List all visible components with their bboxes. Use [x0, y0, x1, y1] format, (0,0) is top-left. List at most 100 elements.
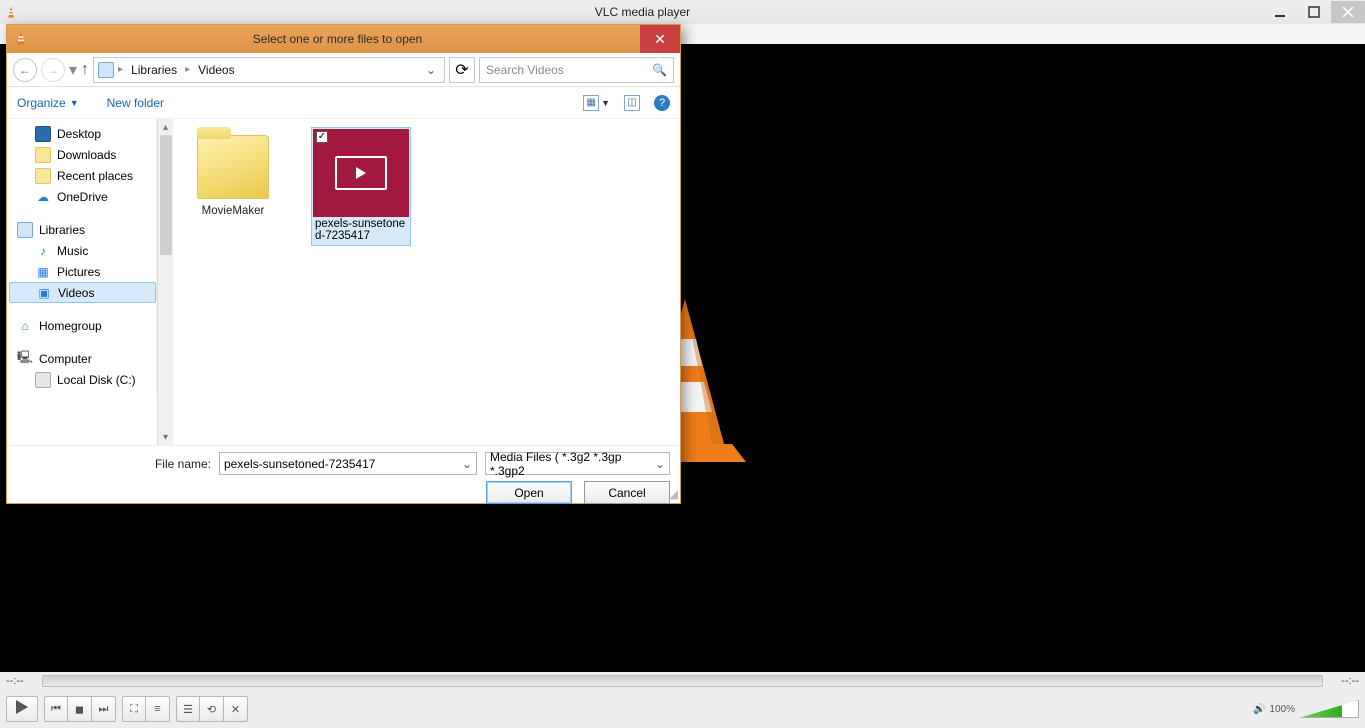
volume-label: 100%: [1269, 704, 1295, 715]
tree-downloads[interactable]: Downloads: [9, 144, 156, 165]
dialog-toolbar: Organize ▼ New folder ▦ ▼ ◫ ?: [7, 87, 680, 119]
chevron-down-icon[interactable]: ⌄: [655, 457, 665, 471]
recent-locations-button[interactable]: ▾: [69, 60, 77, 80]
videos-icon: ▣: [36, 285, 52, 301]
pictures-icon: ▦: [35, 264, 51, 280]
crumb-videos[interactable]: Videos: [194, 61, 238, 79]
file-label-line: pexels-sunsetone: [315, 218, 405, 230]
computer-icon: 🖳: [17, 351, 33, 367]
nav-tree[interactable]: Desktop Downloads Recent places ☁OneDriv…: [7, 119, 157, 394]
shuffle-button[interactable]: ✕: [224, 696, 248, 722]
time-total: --:--: [1329, 675, 1359, 687]
sliders-icon: ≡: [154, 703, 160, 715]
tree-scrollbar[interactable]: ▴ ▾: [157, 119, 173, 445]
shuffle-icon: ✕: [231, 703, 240, 716]
skip-group: ⏮ ◼ ⏭: [44, 696, 116, 722]
spacer: [9, 336, 156, 348]
volume-slider[interactable]: [1299, 700, 1359, 718]
chevron-right-icon: ▸: [118, 64, 123, 75]
vlc-titlebar: VLC media player: [0, 0, 1365, 24]
dialog-titlebar: Select one or more files to open ✕: [7, 25, 680, 53]
preview-pane-button[interactable]: ◫: [624, 95, 640, 111]
time-elapsed: --:--: [6, 675, 36, 687]
search-input[interactable]: Search Videos 🔍: [479, 57, 674, 83]
tree-recent[interactable]: Recent places: [9, 165, 156, 186]
file-video-selected[interactable]: ✓ pexels-sunsetone d-7235417: [311, 127, 411, 246]
ext-settings-button[interactable]: ≡: [146, 696, 170, 722]
file-checkbox[interactable]: ✓: [316, 131, 328, 143]
organize-button[interactable]: Organize ▼: [17, 96, 79, 110]
nav-up-button[interactable]: ↑: [81, 61, 89, 79]
close-button[interactable]: [1331, 1, 1365, 23]
dialog-close-button[interactable]: ✕: [640, 25, 680, 53]
loop-button[interactable]: ⟲: [200, 696, 224, 722]
crumb-libraries[interactable]: Libraries: [127, 61, 181, 79]
play-icon: [16, 700, 28, 719]
nav-forward-button[interactable]: →: [41, 58, 65, 82]
tree-pictures[interactable]: ▦ Pictures: [9, 261, 156, 282]
play-button[interactable]: [6, 696, 38, 722]
loop-icon: ⟲: [207, 703, 216, 716]
playlist-button[interactable]: ☰: [176, 696, 200, 722]
organize-label: Organize: [17, 96, 66, 110]
libraries-icon: [17, 222, 33, 238]
tree-onedrive[interactable]: ☁OneDrive: [9, 186, 156, 207]
tree-homegroup[interactable]: ⌂Homegroup: [9, 315, 156, 336]
tree-label: Homegroup: [39, 319, 102, 333]
tree-local-c[interactable]: Local Disk (C:): [9, 369, 156, 390]
open-button[interactable]: Open: [486, 481, 572, 504]
resize-grip-icon[interactable]: ◢: [669, 487, 678, 501]
playlist-icon: ☰: [183, 703, 193, 716]
prev-button[interactable]: ⏮: [44, 696, 68, 722]
scroll-up-icon[interactable]: ▴: [158, 119, 173, 135]
refresh-button[interactable]: ⟳: [449, 57, 475, 83]
chevron-down-icon[interactable]: ⌄: [462, 457, 472, 471]
tree-label: Recent places: [57, 169, 133, 183]
view-mode-button[interactable]: ▦ ▼: [583, 95, 610, 111]
downloads-icon: [35, 147, 51, 163]
scrollbar-thumb[interactable]: [160, 135, 172, 255]
fullscreen-button[interactable]: ⛶: [122, 696, 146, 722]
maximize-button[interactable]: [1297, 1, 1331, 23]
speaker-icon[interactable]: 🔊: [1253, 704, 1265, 715]
file-name-value: pexels-sunsetoned-7235417: [224, 457, 375, 471]
tree-label: Downloads: [57, 148, 116, 162]
dialog-footer: File name: pexels-sunsetoned-7235417 ⌄ M…: [7, 445, 680, 503]
tree-label: Desktop: [57, 127, 101, 141]
tree-music[interactable]: ♪Music: [9, 240, 156, 261]
tree-label: Pictures: [57, 265, 100, 279]
tree-videos[interactable]: ▣ Videos: [9, 282, 156, 303]
nav-back-button[interactable]: ←: [13, 58, 37, 82]
breadcrumb[interactable]: ▸ Libraries ▸ Videos ⌄: [93, 57, 445, 83]
stop-button[interactable]: ◼: [68, 696, 92, 722]
vlc-controls: ⏮ ◼ ⏭ ⛶ ≡ ☰ ⟲ ✕ 🔊 100%: [0, 690, 1365, 728]
recent-icon: [35, 168, 51, 184]
tree-desktop[interactable]: Desktop: [9, 123, 156, 144]
volume-area: 🔊 100%: [1253, 700, 1359, 718]
new-folder-button[interactable]: New folder: [107, 96, 164, 110]
file-name-label: File name:: [155, 457, 211, 471]
file-type-filter[interactable]: Media Files ( *.3g2 *.3gp *.3gp2 ⌄: [485, 452, 670, 475]
address-bar-row: ← → ▾ ↑ ▸ Libraries ▸ Videos ⌄ ⟳ Search …: [7, 53, 680, 87]
next-button[interactable]: ⏭: [92, 696, 116, 722]
seek-slider[interactable]: [42, 675, 1323, 687]
tree-computer[interactable]: 🖳Computer: [9, 348, 156, 369]
chevron-down-icon: ▼: [70, 98, 79, 108]
minimize-button[interactable]: [1263, 1, 1297, 23]
tree-libraries[interactable]: Libraries: [9, 219, 156, 240]
breadcrumb-dropdown[interactable]: ⌄: [422, 63, 440, 77]
scroll-down-icon[interactable]: ▾: [158, 429, 173, 445]
search-placeholder: Search Videos: [486, 63, 564, 77]
file-name-input[interactable]: pexels-sunsetoned-7235417 ⌄: [219, 452, 477, 475]
folder-moviemaker[interactable]: MovieMaker: [183, 127, 283, 217]
cancel-button[interactable]: Cancel: [584, 481, 670, 504]
file-list[interactable]: MovieMaker ✓ pexels-sunsetone d-7235417: [173, 119, 680, 445]
help-button[interactable]: ?: [654, 95, 670, 111]
libraries-icon: [98, 62, 114, 78]
chevron-right-icon: ▸: [185, 64, 190, 75]
playlist-group: ☰ ⟲ ✕: [176, 696, 248, 722]
next-icon: ⏭: [99, 703, 109, 716]
tree-label: Local Disk (C:): [57, 373, 136, 387]
tree-label: Videos: [58, 286, 94, 300]
view-group: ⛶ ≡: [122, 696, 170, 722]
